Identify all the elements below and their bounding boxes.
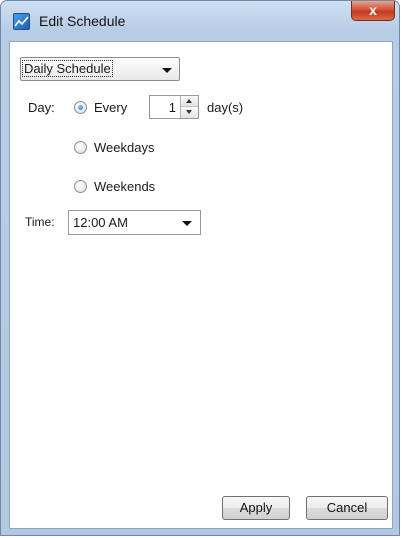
schedule-type-value: Daily Schedule [22, 60, 113, 77]
chevron-down-icon [162, 68, 172, 73]
caret-down-icon [186, 110, 192, 114]
edit-schedule-dialog: Edit Schedule x Daily Schedule Day: Ever… [0, 0, 400, 536]
close-button[interactable]: x [351, 1, 395, 21]
day-label: Day: [28, 100, 55, 115]
schedule-type-dropdown[interactable]: Daily Schedule [20, 57, 180, 81]
caret-up-icon [186, 99, 192, 103]
interval-value: 1 [168, 100, 176, 115]
spinner-buttons [180, 96, 198, 118]
cancel-button[interactable]: Cancel [306, 496, 388, 520]
radio-weekends-label: Weekends [94, 179, 156, 194]
radio-every-label: Every [94, 100, 128, 115]
radio-weekdays-label: Weekdays [94, 140, 155, 155]
title-bar[interactable]: Edit Schedule x [1, 1, 401, 41]
spin-down-button[interactable] [181, 107, 198, 118]
chevron-down-icon [182, 221, 192, 226]
radio-button[interactable] [74, 141, 87, 154]
radio-button-selected[interactable] [74, 101, 87, 114]
apply-button[interactable]: Apply [222, 496, 290, 520]
time-label: Time: [25, 215, 55, 229]
dialog-content: Daily Schedule Day: Every 1 day(s) Weekd… [9, 41, 393, 529]
interval-unit-label: day(s) [207, 100, 244, 115]
interval-spinner[interactable]: 1 [149, 95, 199, 119]
time-value: 12:00 AM [73, 215, 128, 230]
close-icon: x [369, 2, 377, 18]
spin-up-button[interactable] [181, 96, 198, 107]
window-title: Edit Schedule [39, 13, 126, 29]
time-dropdown[interactable]: 12:00 AM [68, 210, 201, 235]
app-icon [13, 13, 30, 30]
radio-button[interactable] [74, 180, 87, 193]
